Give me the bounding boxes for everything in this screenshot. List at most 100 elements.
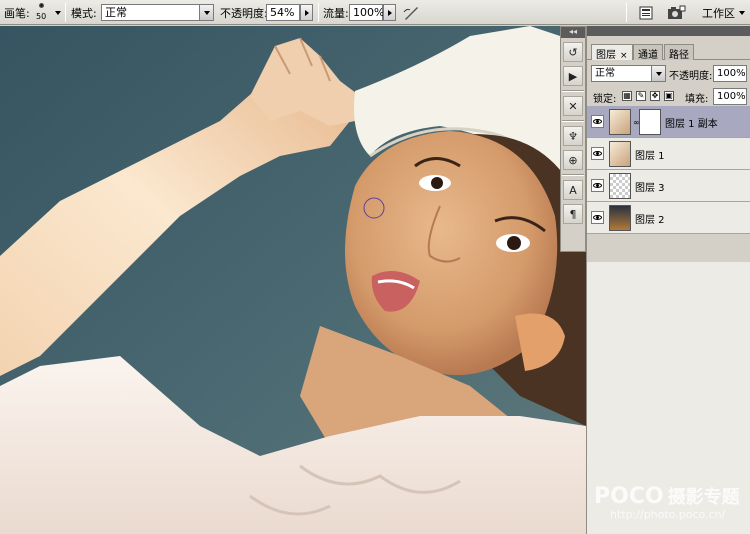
tab-channels[interactable]: 通道 [633,44,663,61]
layer-thumbnail [609,205,631,231]
paragraph-icon: ¶ [569,207,577,221]
photo-image [0,26,586,534]
brush-dropdown-arrow[interactable] [55,0,61,25]
tab-layers[interactable]: 图层 × [591,44,633,61]
layer-thumbnail [609,109,631,135]
fill-input[interactable]: 100% [713,88,747,105]
tab-label: 图层 [596,50,616,61]
tab-label: 通道 [638,50,658,61]
lock-position-icon[interactable]: ✥ [650,91,660,101]
lock-row: 锁定: ▦ ✎ ✥ ▣ 填充: 100% [587,85,750,107]
visibility-toggle[interactable] [591,179,604,192]
layer-name: 图层 1 副本 [665,119,718,130]
mode-select-value: 正常 [105,6,127,19]
flow-slider-button[interactable] [383,4,396,21]
actions-icon: ▶ [568,69,578,83]
lock-pixels-icon[interactable]: ✎ [636,91,646,101]
mode-select[interactable]: 正常 [101,4,214,21]
chevron-down-icon [655,71,662,76]
layer-name: 图层 3 [635,183,665,194]
lock-label: 锁定: [593,94,617,105]
separator [318,3,319,22]
tab-paths[interactable]: 路径 [664,44,694,61]
brush-label-text: 画笔: [4,6,30,20]
flow-input[interactable]: 100% [349,4,385,21]
opacity-input[interactable]: 54% [266,4,300,21]
fill-value: 100% [717,91,746,102]
tool-presets-panel-button[interactable]: ✕ [563,96,583,116]
layer-row[interactable]: 图层 1 [587,138,750,170]
workspace-menu[interactable]: 工作区 [702,0,745,25]
eye-icon [593,151,602,156]
options-bar: 画笔: 50 模式: 正常 不透明度: 54% 流量: 100% 工作区 [0,0,750,25]
layers-panel: 图层 × 通道 路径 正常 不透明度: 100% 锁定: ▦ ✎ ✥ ▣ 填充: … [586,26,750,534]
brushes-icon: ♆ [568,129,578,143]
history-icon: ↺ [568,45,578,59]
layer-thumbnail [609,141,631,167]
brush-label: 画笔: [4,0,30,25]
flow-input-value: 100% [353,6,385,19]
airbrush-icon [403,6,418,20]
mode-dropdown-button[interactable] [199,5,213,20]
watermark-brand: POCO [594,484,664,509]
opacity-input-value: 54% [270,6,295,19]
close-icon[interactable]: × [620,51,628,61]
panel-header [587,26,750,36]
eye-icon [593,119,602,124]
brush-size-value: 50 [36,12,47,21]
blend-row: 正常 不透明度: 100% [587,62,750,84]
chevron-down-icon [203,10,210,15]
palette-well-button[interactable] [638,0,654,25]
layer-mask-thumbnail[interactable] [639,109,661,135]
opacity-slider-button[interactable] [300,4,313,21]
visibility-toggle[interactable] [591,211,604,224]
workspace-label: 工作区 [702,6,735,20]
separator [562,90,584,92]
layer-opacity-label: 不透明度: [669,71,713,82]
dock-collapse-button[interactable]: ◂◂ [561,27,585,38]
airbrush-toggle[interactable] [402,0,420,25]
brush-preset-picker[interactable]: 50 [30,1,56,23]
chevron-down-icon [739,10,745,15]
blend-mode-select[interactable]: 正常 [591,65,666,82]
layer-row[interactable]: 图层 3 [587,170,750,202]
mode-label: 模式: [71,6,97,20]
arrow-right-icon [304,9,309,16]
separator [65,3,66,22]
arrow-right-icon [387,9,392,16]
actions-panel-button[interactable]: ▶ [563,66,583,86]
watermark-brand-cn: 摄影专题 [667,487,740,508]
lock-transparent-icon[interactable]: ▦ [622,91,632,101]
fill-label: 填充: [685,94,709,105]
camera-raw-button[interactable] [666,0,686,25]
history-panel-button[interactable]: ↺ [563,42,583,62]
clone-source-icon: ⊕ [568,153,578,167]
layer-opacity-value: 100% [717,68,746,79]
clone-source-panel-button[interactable]: ⊕ [563,150,583,170]
palette-well-icon [639,6,653,19]
watermark-logo: POCO 摄影专题 [594,483,740,509]
chevron-down-icon [55,10,61,15]
visibility-toggle[interactable] [591,115,604,128]
eye-icon [593,183,602,188]
separator [626,3,627,22]
collapsed-panel-dock: ◂◂ ↺ ▶ ✕ ♆ ⊕ A ¶ [560,26,586,252]
tab-label: 路径 [669,50,689,61]
brush-tip-icon [39,3,44,8]
lock-all-icon[interactable]: ▣ [664,91,674,101]
layer-name: 图层 2 [635,215,665,226]
visibility-toggle[interactable] [591,147,604,160]
separator [562,120,584,122]
layer-row[interactable]: 图层 2 [587,202,750,234]
brushes-panel-button[interactable]: ♆ [563,126,583,146]
character-panel-button[interactable]: A [563,180,583,200]
character-icon: A [569,183,577,197]
layer-opacity-input[interactable]: 100% [713,65,747,82]
paragraph-panel-button[interactable]: ¶ [563,204,583,224]
document-canvas[interactable] [0,26,586,534]
camera-icon [668,5,686,19]
separator [562,174,584,176]
layer-row[interactable]: ∞ 图层 1 副本 [587,106,750,138]
opacity-label: 不透明度: [220,6,268,20]
blend-dropdown-button[interactable] [651,66,665,81]
